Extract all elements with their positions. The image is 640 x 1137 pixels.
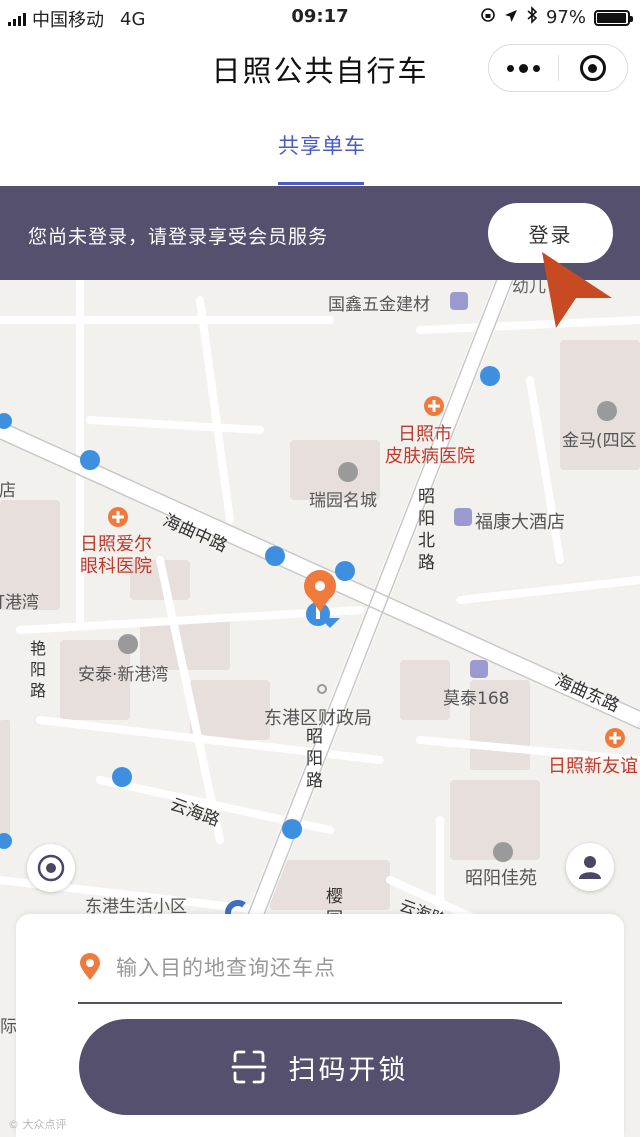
rotation-lock-icon [480, 7, 496, 28]
navigation-bar: 日照公共自行车 [0, 36, 640, 96]
scan-unlock-button[interactable]: 扫码开锁 [79, 1019, 560, 1115]
map-label-ji: 际 [0, 1017, 17, 1037]
status-bar: 中国移动 4G 09:17 97% [0, 0, 640, 36]
destination-search-input[interactable]: 输入目的地查询还车点 [78, 932, 562, 1004]
map-label-fukang: 福康大酒店 [475, 512, 565, 533]
map-label-ruiyuan: 瑞园名城 [309, 491, 377, 511]
map-label-gangwan: 打港湾 [0, 593, 39, 613]
map-label-skin-hospital-2: 皮肤病医院 [385, 446, 475, 467]
map-label-xinyou: 日照新友谊 [548, 756, 638, 777]
destination-placeholder: 输入目的地查询还车点 [116, 956, 336, 980]
miniprogram-capsule [488, 44, 628, 92]
locate-target-icon [37, 854, 65, 882]
close-miniprogram-button[interactable] [559, 44, 628, 92]
scan-unlock-label: 扫码开锁 [288, 1054, 409, 1086]
map-watermark: © 大众点评 [8, 1118, 67, 1131]
tab-bar: 共享单车 [0, 96, 640, 186]
tab-active-indicator [278, 182, 364, 185]
map-label-dian: 商店 [0, 481, 16, 501]
map-label-zhaoyang-bei: 昭阳北路 [418, 487, 435, 573]
location-arrow-icon [504, 7, 518, 28]
bottom-panel: 输入目的地查询还车点 扫码开锁 [16, 914, 624, 1137]
map-label-yanyang: 艳阳路 [30, 639, 47, 700]
battery-percent: 97% [545, 7, 586, 28]
map-label-jinma: 金马(四区 [562, 431, 637, 451]
locate-button[interactable] [27, 844, 75, 892]
map-label-zhaoyang: 昭阳路 [306, 727, 323, 791]
more-dots-icon [506, 64, 514, 72]
annotation-arrow-icon [542, 252, 612, 328]
map-label-aier-2: 眼科医院 [80, 556, 152, 577]
map-label-antai: 安泰·新港湾 [78, 665, 169, 685]
user-icon [579, 856, 601, 879]
scan-icon [231, 1050, 266, 1084]
map-label-guoxin: 国鑫五金建材 [328, 295, 430, 315]
target-circle-icon [579, 55, 606, 81]
login-prompt: 您尚未登录，请登录享受会员服务 [28, 226, 329, 248]
map-label-motai: 莫泰168 [443, 689, 510, 709]
location-pin-icon [80, 953, 100, 980]
battery-icon [594, 9, 633, 26]
tab-shared-bike[interactable]: 共享单车 [278, 130, 366, 160]
map-label-zhaoyang-jiayuan: 昭阳佳苑 [465, 868, 537, 889]
user-center-button[interactable] [566, 843, 614, 891]
more-menu-button[interactable] [489, 44, 558, 92]
bluetooth-icon [526, 6, 538, 29]
